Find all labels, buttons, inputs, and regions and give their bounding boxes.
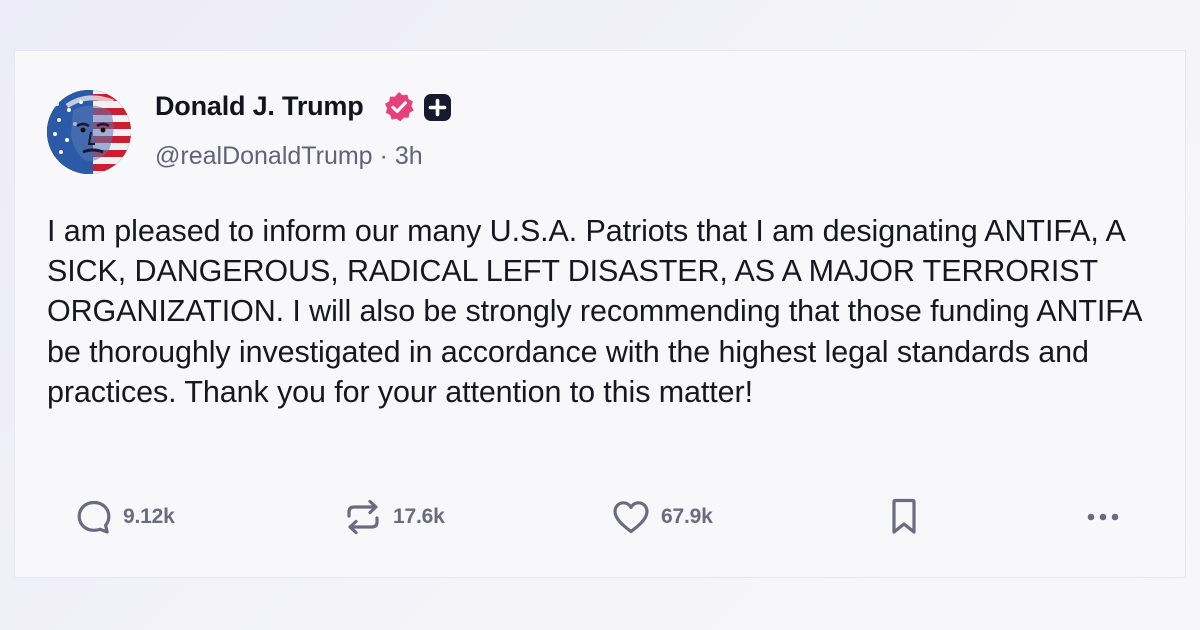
more-icon [1087,513,1119,521]
verified-badge-icon [383,91,415,123]
reply-icon [77,500,111,534]
post-timestamp[interactable]: 3h [395,142,423,170]
reply-button[interactable]: 9.12k [75,496,175,538]
bookmark-button[interactable] [887,496,921,538]
avatar-flag-face-image [47,90,131,174]
like-count: 67.9k [661,505,713,528]
bookmark-icon [892,498,916,534]
reply-count: 9.12k [123,505,175,528]
author-display-name[interactable]: Donald J. Trump [155,91,364,122]
repost-icon [347,499,379,535]
post-card: Donald J. Trump @realDonaldTrump · 3h I … [14,50,1186,578]
author-handle[interactable]: @realDonaldTrump [155,142,373,170]
more-button[interactable] [1083,496,1123,538]
handle-separator: · [379,142,388,170]
post-body: I am pleased to inform our many U.S.A. P… [47,214,1141,409]
repost-count: 17.6k [393,505,445,528]
heart-icon [613,501,649,534]
like-button[interactable]: 67.9k [611,496,713,538]
plus-badge-icon [423,93,452,122]
handle-line: @realDonaldTrump · 3h [155,142,423,171]
repost-button[interactable]: 17.6k [343,496,445,538]
avatar[interactable] [47,90,131,174]
post-actions: 9.12k 17.6k 67.9k [15,496,1185,538]
